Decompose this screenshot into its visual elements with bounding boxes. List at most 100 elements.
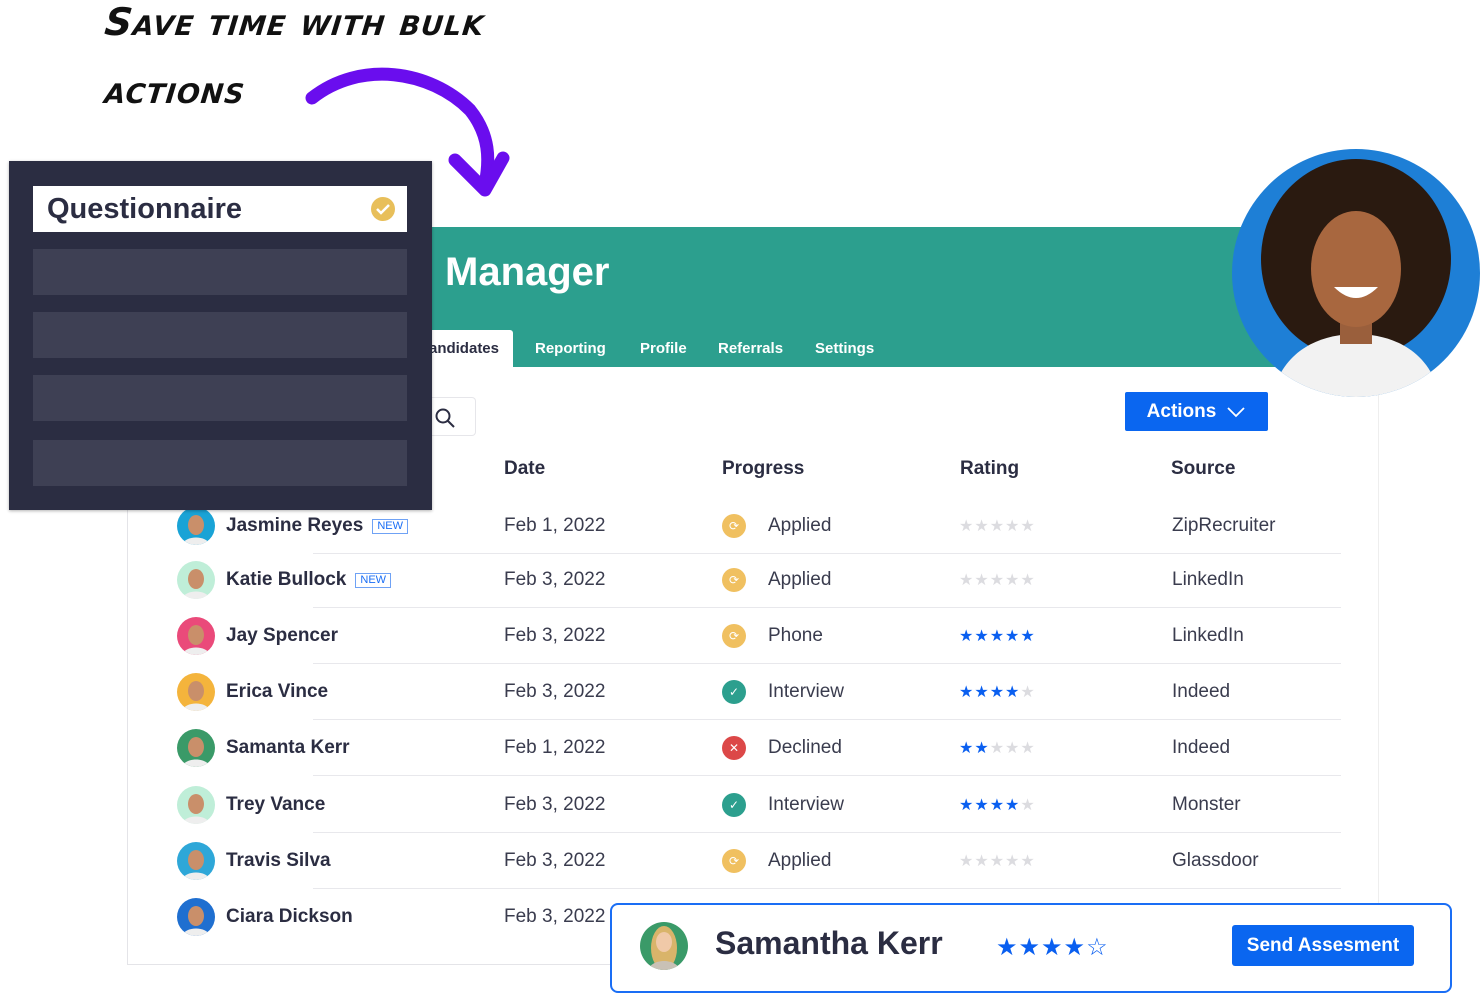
header-rating: Rating bbox=[960, 458, 1020, 479]
avatar bbox=[177, 786, 215, 824]
star-icon[interactable]: ★ bbox=[974, 740, 989, 757]
candidate-name: Travis Silva bbox=[226, 850, 331, 871]
star-icon[interactable]: ★ bbox=[990, 628, 1005, 645]
star-icon[interactable]: ★ bbox=[990, 853, 1005, 870]
source-cell: LinkedIn bbox=[1172, 625, 1244, 646]
star-icon[interactable]: ★ bbox=[990, 797, 1005, 814]
star-icon[interactable]: ★ bbox=[996, 934, 1019, 961]
star-icon[interactable]: ★ bbox=[1020, 572, 1035, 589]
star-icon[interactable]: ★ bbox=[959, 740, 974, 757]
rating-stars[interactable]: ★★★★★ bbox=[959, 626, 1036, 646]
rating-stars[interactable]: ★★★★★ bbox=[959, 851, 1036, 871]
date-cell: Feb 3, 2022 bbox=[504, 681, 606, 702]
candidate-name-cell[interactable]: Jay Spencer bbox=[226, 625, 338, 647]
star-icon[interactable]: ★ bbox=[990, 740, 1005, 757]
star-icon[interactable]: ★ bbox=[974, 518, 989, 535]
star-icon[interactable]: ★ bbox=[1064, 934, 1087, 961]
avatar bbox=[177, 729, 215, 767]
star-icon[interactable]: ★ bbox=[974, 853, 989, 870]
progress-cell: Interview bbox=[768, 794, 845, 815]
date-cell: Feb 1, 2022 bbox=[504, 737, 606, 758]
tab-settings[interactable]: Settings bbox=[801, 330, 888, 367]
pending-status-icon: ⟳ bbox=[722, 514, 746, 538]
candidate-name-cell[interactable]: Katie Bullock NEW bbox=[226, 569, 392, 591]
star-icon[interactable]: ★ bbox=[974, 797, 989, 814]
star-icon[interactable]: ★ bbox=[974, 684, 989, 701]
star-icon[interactable]: ★ bbox=[959, 684, 974, 701]
date-cell: Feb 1, 2022 bbox=[504, 515, 606, 536]
rating-stars[interactable]: ★★★★★ bbox=[959, 795, 1036, 815]
table-row[interactable]: Trey Vance Feb 3, 2022 ✓ Interview ★★★★★ … bbox=[127, 777, 1379, 833]
progress-cell: Applied bbox=[768, 515, 832, 536]
pending-status-icon: ⟳ bbox=[722, 624, 746, 648]
rating-stars[interactable]: ★★★★★ bbox=[959, 682, 1036, 702]
rating-stars[interactable]: ★★★★★ bbox=[959, 738, 1036, 758]
candidate-name-cell[interactable]: Travis Silva bbox=[226, 850, 331, 872]
source-cell: LinkedIn bbox=[1172, 569, 1244, 590]
star-icon[interactable]: ★ bbox=[959, 518, 974, 535]
table-row[interactable]: Jay Spencer Feb 3, 2022 ⟳ Phone ★★★★★ Lin… bbox=[127, 608, 1379, 664]
action-option-placeholder[interactable] bbox=[33, 375, 407, 421]
new-badge: NEW bbox=[355, 572, 392, 588]
table-row[interactable]: Katie Bullock NEW Feb 3, 2022 ⟳ Applied ★★… bbox=[127, 552, 1379, 608]
star-icon[interactable]: ★ bbox=[1005, 797, 1020, 814]
source-cell: ZipRecruiter bbox=[1172, 515, 1276, 536]
tab-reporting[interactable]: Reporting bbox=[521, 330, 620, 367]
star-icon[interactable]: ★ bbox=[990, 518, 1005, 535]
star-icon[interactable]: ★ bbox=[1005, 572, 1020, 589]
rating-stars[interactable]: ★★★★★ bbox=[959, 570, 1036, 590]
star-icon[interactable]: ★ bbox=[990, 684, 1005, 701]
star-icon[interactable]: ★ bbox=[974, 572, 989, 589]
search-input[interactable] bbox=[432, 397, 476, 436]
candidate-name: Samanta Kerr bbox=[226, 737, 350, 758]
star-icon[interactable]: ★ bbox=[959, 853, 974, 870]
check-circle-icon bbox=[371, 197, 395, 221]
star-icon[interactable]: ★ bbox=[1020, 740, 1035, 757]
candidate-name-cell[interactable]: Ciara Dickson bbox=[226, 906, 353, 928]
actions-button[interactable]: Actions bbox=[1125, 392, 1268, 431]
star-icon[interactable]: ★ bbox=[1005, 628, 1020, 645]
avatar bbox=[177, 898, 215, 936]
star-icon[interactable]: ★ bbox=[1020, 853, 1035, 870]
table-row[interactable]: Erica Vince Feb 3, 2022 ✓ Interview ★★★★★… bbox=[127, 664, 1379, 720]
star-icon[interactable]: ★ bbox=[1020, 518, 1035, 535]
star-icon[interactable]: ★ bbox=[1019, 934, 1042, 961]
actions-label: Actions bbox=[1146, 400, 1217, 422]
star-icon[interactable]: ★ bbox=[1020, 628, 1035, 645]
star-icon[interactable]: ★ bbox=[959, 628, 974, 645]
candidate-name-cell[interactable]: Jasmine Reyes NEW bbox=[226, 515, 408, 537]
source-cell: Indeed bbox=[1172, 681, 1231, 702]
star-icon[interactable]: ★ bbox=[1005, 518, 1020, 535]
avatar bbox=[177, 561, 215, 599]
action-option-placeholder[interactable] bbox=[33, 249, 407, 295]
candidate-name-cell[interactable]: Erica Vince bbox=[226, 681, 328, 703]
candidate-name-cell[interactable]: Trey Vance bbox=[226, 794, 325, 816]
star-icon[interactable]: ★ bbox=[959, 572, 974, 589]
tab-profile[interactable]: Profile bbox=[626, 330, 701, 367]
table-row[interactable]: Samanta Kerr Feb 1, 2022 ✕ Declined ★★★★★… bbox=[127, 720, 1379, 776]
rating-stars[interactable]: ★★★★☆ bbox=[996, 933, 1109, 962]
rating-stars[interactable]: ★★★★★ bbox=[959, 516, 1036, 536]
candidate-name: Jay Spencer bbox=[226, 625, 338, 646]
send-assessment-button[interactable]: Send Assesment bbox=[1232, 925, 1414, 966]
star-icon[interactable]: ★ bbox=[1005, 684, 1020, 701]
tab-referrals[interactable]: Referrals bbox=[704, 330, 797, 367]
questionnaire-option[interactable]: Questionnaire bbox=[33, 186, 407, 232]
star-icon[interactable]: ★ bbox=[959, 797, 974, 814]
star-icon[interactable]: ★ bbox=[990, 572, 1005, 589]
header-date: Date bbox=[504, 458, 546, 479]
star-icon[interactable]: ★ bbox=[1041, 934, 1064, 961]
avatar bbox=[177, 673, 215, 711]
star-icon[interactable]: ★ bbox=[974, 628, 989, 645]
candidate-name-cell[interactable]: Samanta Kerr bbox=[226, 737, 350, 759]
star-icon[interactable]: ★ bbox=[1005, 740, 1020, 757]
star-icon[interactable]: ☆ bbox=[1086, 934, 1109, 961]
action-option-placeholder[interactable] bbox=[33, 440, 407, 486]
avatar bbox=[640, 922, 688, 970]
ok-status-icon: ✓ bbox=[722, 793, 746, 817]
star-icon[interactable]: ★ bbox=[1020, 797, 1035, 814]
star-icon[interactable]: ★ bbox=[1020, 684, 1035, 701]
table-row[interactable]: Travis Silva Feb 3, 2022 ⟳ Applied ★★★★★ … bbox=[127, 833, 1379, 889]
action-option-placeholder[interactable] bbox=[33, 312, 407, 358]
star-icon[interactable]: ★ bbox=[1005, 853, 1020, 870]
